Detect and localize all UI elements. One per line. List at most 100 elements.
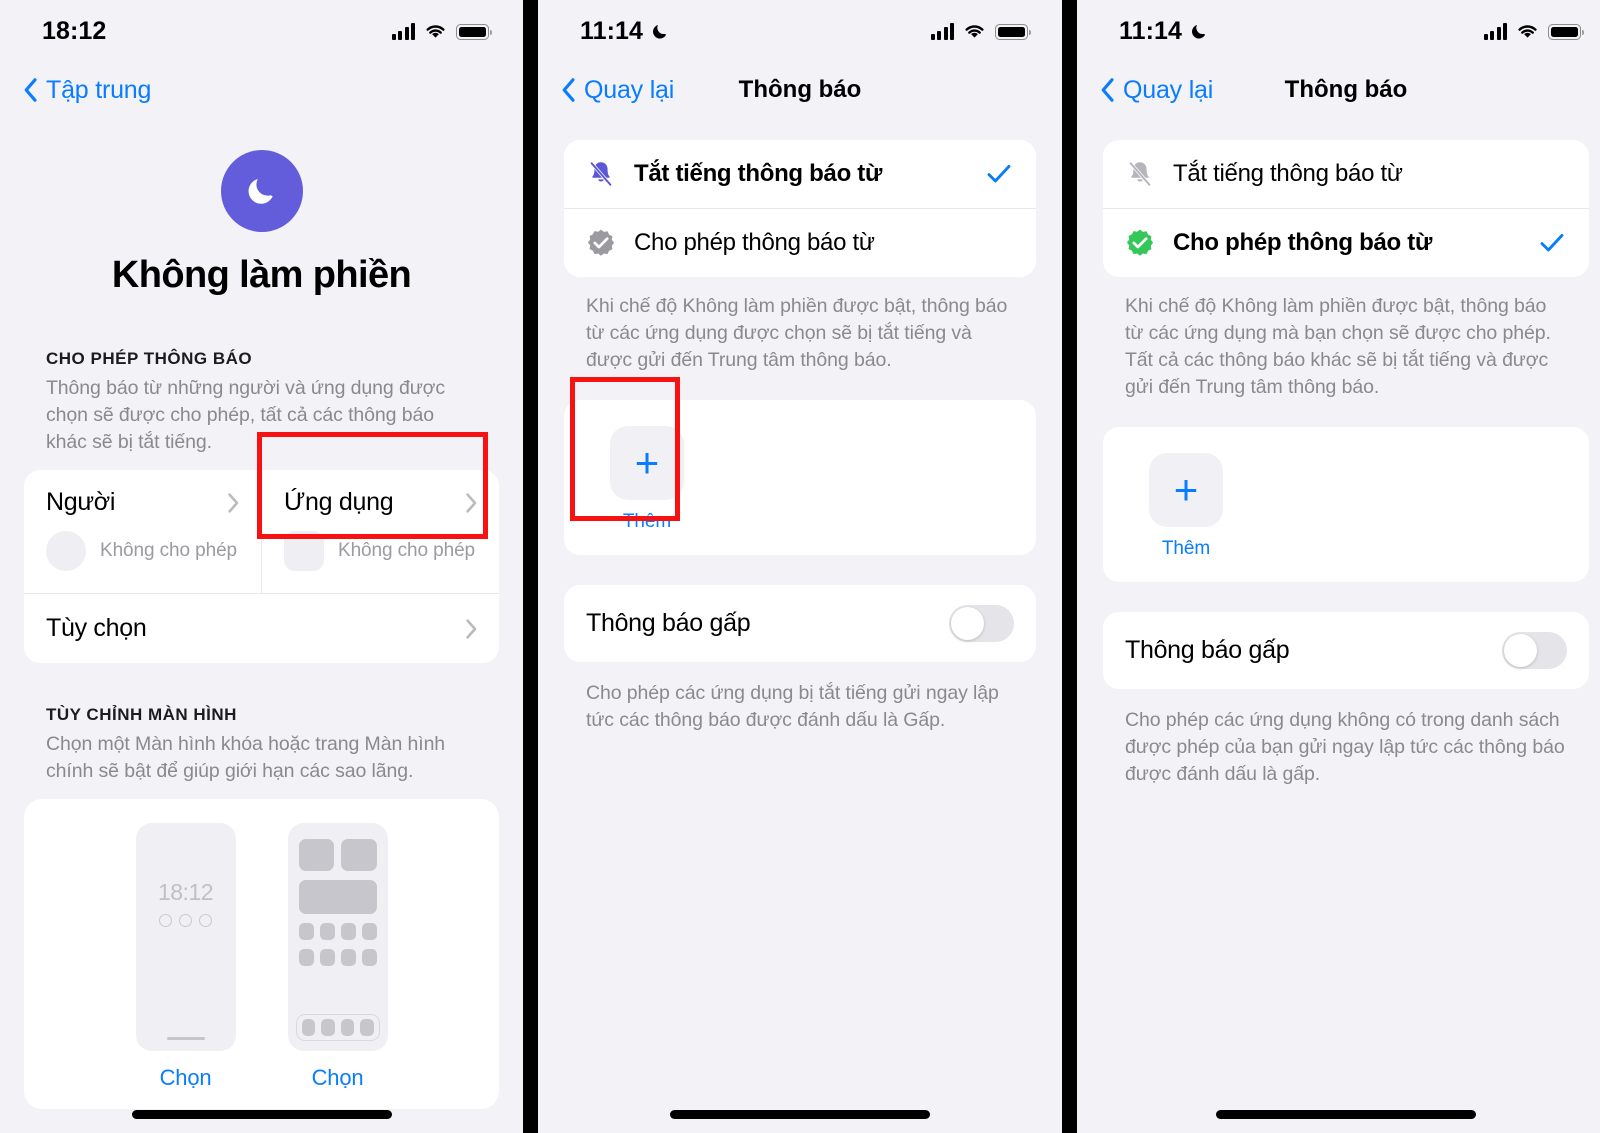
apps-value: Không cho phép (338, 540, 475, 561)
battery-icon (995, 24, 1032, 40)
notification-mode-note-2: Khi chế độ Không làm phiền được bật, thô… (586, 295, 1008, 371)
home-screen-thumbnail (287, 823, 388, 1051)
checkmark-icon (1540, 233, 1564, 252)
nav-bar-3: Quay lại Thông báo (1077, 62, 1600, 118)
add-app-label-2: Thêm (622, 511, 672, 532)
back-button-label-2: Quay lại (584, 75, 675, 104)
allow-notifications-note: Thông báo từ những người và ứng dụng đượ… (46, 377, 445, 453)
people-cell-body: Không cho phép (24, 523, 261, 593)
bell-slash-icon (1128, 161, 1152, 187)
status-time-text-3: 11:14 (1119, 16, 1183, 45)
home-icon-row-2 (298, 949, 377, 966)
lock-screen-thumbnail: 18:12 (135, 823, 236, 1051)
cellular-signal-icon (1483, 23, 1507, 40)
time-sensitive-note-3: Cho phép các ứng dụng không có trong dan… (1125, 709, 1565, 785)
chevron-right-icon (228, 492, 239, 513)
option-label-mute-3: Tắt tiếng thông báo từ (1173, 160, 1403, 187)
time-sensitive-label-3: Thông báo gấp (1125, 636, 1290, 664)
preview-clock: 18:12 (157, 879, 214, 905)
status-bar-2: 11:14 (538, 0, 1062, 62)
status-time-text-2: 11:14 (580, 16, 644, 45)
preview-home-handle (166, 1037, 205, 1040)
apps-label: Ứng dụng (284, 488, 394, 516)
chevron-left-icon (24, 78, 37, 102)
allowed-apps-card-2: + Thêm (564, 400, 1036, 555)
allow-notifications-header: CHO PHÉP THÔNG BÁO (46, 349, 253, 368)
panel-2-scroll[interactable]: Tắt tiếng thông báo từ Cho phép thông bá… (538, 118, 1062, 1133)
apps-cell-head: Ứng dụng (262, 470, 499, 523)
allow-notifications-card: Người Không cho phép Ứng dụng Không cho … (24, 470, 499, 663)
status-indicators-1 (391, 22, 493, 40)
choose-lock-screen-button[interactable]: Chọn (136, 1065, 236, 1091)
chevron-left-icon (562, 78, 575, 102)
app-placeholder-tile (284, 531, 324, 571)
phone-panel-3: 11:14 Quay lại Thông báo Tắt tiếng thông… (1077, 0, 1600, 1133)
option-label-allow-3: Cho phép thông báo từ (1173, 229, 1433, 256)
status-time-3: 11:14 (1119, 17, 1209, 46)
time-sensitive-note-2: Cho phép các ứng dụng bị tắt tiếng gửi n… (586, 682, 999, 731)
back-button-label-3: Quay lại (1123, 75, 1214, 104)
focus-moon-status-icon (653, 24, 667, 39)
home-indicator-2 (670, 1110, 930, 1119)
option-allow-notifications-2[interactable]: Cho phép thông báo từ (564, 208, 1036, 277)
panel-divider-1 (523, 0, 538, 1133)
notification-mode-card-3: Tắt tiếng thông báo từ Cho phép thông bá… (1103, 140, 1589, 277)
back-button-1[interactable]: Tập trung (24, 76, 151, 105)
home-widget-row (298, 839, 377, 871)
panel-3-scroll[interactable]: Tắt tiếng thông báo từ Cho phép thông bá… (1077, 118, 1600, 1133)
battery-icon (1548, 24, 1585, 40)
nav-bar-1: Tập trung (0, 62, 523, 118)
status-time-2: 11:14 (580, 17, 670, 46)
plus-tile-3: + (1149, 453, 1223, 527)
apps-cell-body: Không cho phép (262, 523, 499, 593)
time-sensitive-toggle-2[interactable] (949, 605, 1014, 642)
status-time-1: 18:12 (42, 17, 106, 46)
options-row[interactable]: Tùy chọn (24, 593, 499, 663)
back-button-label-1: Tập trung (46, 75, 152, 104)
screen-customization-note: Chọn một Màn hình khóa hoặc trang Màn hì… (46, 733, 446, 782)
checkmark-icon (987, 164, 1011, 183)
screenshot-stage: 18:12 Tập trung Không làm phiền CHO PHÉP… (0, 0, 1600, 1133)
notification-mode-note-3: Khi chế độ Không làm phiền được bật, thô… (1125, 295, 1551, 398)
plus-icon: + (634, 439, 660, 486)
option-label-allow-2: Cho phép thông báo từ (634, 229, 875, 256)
time-sensitive-card-3[interactable]: Thông báo gấp (1103, 612, 1589, 689)
back-button-2[interactable]: Quay lại (562, 76, 674, 105)
time-sensitive-card-2[interactable]: Thông báo gấp (564, 585, 1036, 662)
home-screen-preview[interactable]: Chọn (287, 823, 388, 1091)
status-indicators-3 (1483, 22, 1585, 40)
plus-icon: + (1173, 466, 1199, 513)
home-grid (288, 823, 388, 966)
status-time-text-1: 18:12 (42, 16, 107, 45)
panel-1-scroll[interactable]: Không làm phiền CHO PHÉP THÔNG BÁO Thông… (0, 118, 523, 1133)
status-bar-3: 11:14 (1077, 0, 1600, 62)
focus-moon-status-icon (1192, 24, 1206, 39)
add-app-label-3: Thêm (1161, 538, 1211, 559)
option-mute-notifications-3[interactable]: Tắt tiếng thông báo từ (1103, 140, 1589, 208)
panel-divider-2 (1062, 0, 1077, 1133)
wifi-icon (965, 25, 984, 38)
home-indicator-1 (131, 1110, 392, 1119)
wifi-icon (1518, 25, 1537, 38)
option-allow-notifications-3[interactable]: Cho phép thông báo từ (1103, 208, 1589, 277)
bell-slash-icon (589, 161, 613, 187)
apps-cell[interactable]: Ứng dụng Không cho phép (261, 470, 499, 593)
option-mute-notifications-2[interactable]: Tắt tiếng thông báo từ (564, 140, 1036, 208)
back-button-3[interactable]: Quay lại (1101, 76, 1213, 105)
lock-screen-preview[interactable]: 18:12 Chọn (135, 823, 236, 1091)
add-app-button-3[interactable]: + Thêm (1133, 453, 1239, 560)
time-sensitive-label-2: Thông báo gấp (586, 609, 751, 637)
people-cell-head: Người (24, 470, 261, 523)
check-badge-icon (1126, 229, 1154, 256)
chevron-right-icon (466, 492, 477, 513)
time-sensitive-toggle-3[interactable] (1502, 632, 1567, 669)
add-app-button-2[interactable]: + Thêm (594, 426, 700, 533)
nav-bar-2: Quay lại Thông báo (538, 62, 1062, 118)
home-dock (295, 1014, 380, 1041)
people-value: Không cho phép (100, 540, 237, 561)
home-icon-row-1 (298, 923, 377, 940)
option-label-mute-2: Tắt tiếng thông báo từ (634, 160, 883, 187)
chevron-left-icon (1101, 78, 1114, 102)
choose-home-screen-button[interactable]: Chọn (288, 1065, 388, 1091)
people-cell[interactable]: Người Không cho phép (24, 470, 261, 593)
